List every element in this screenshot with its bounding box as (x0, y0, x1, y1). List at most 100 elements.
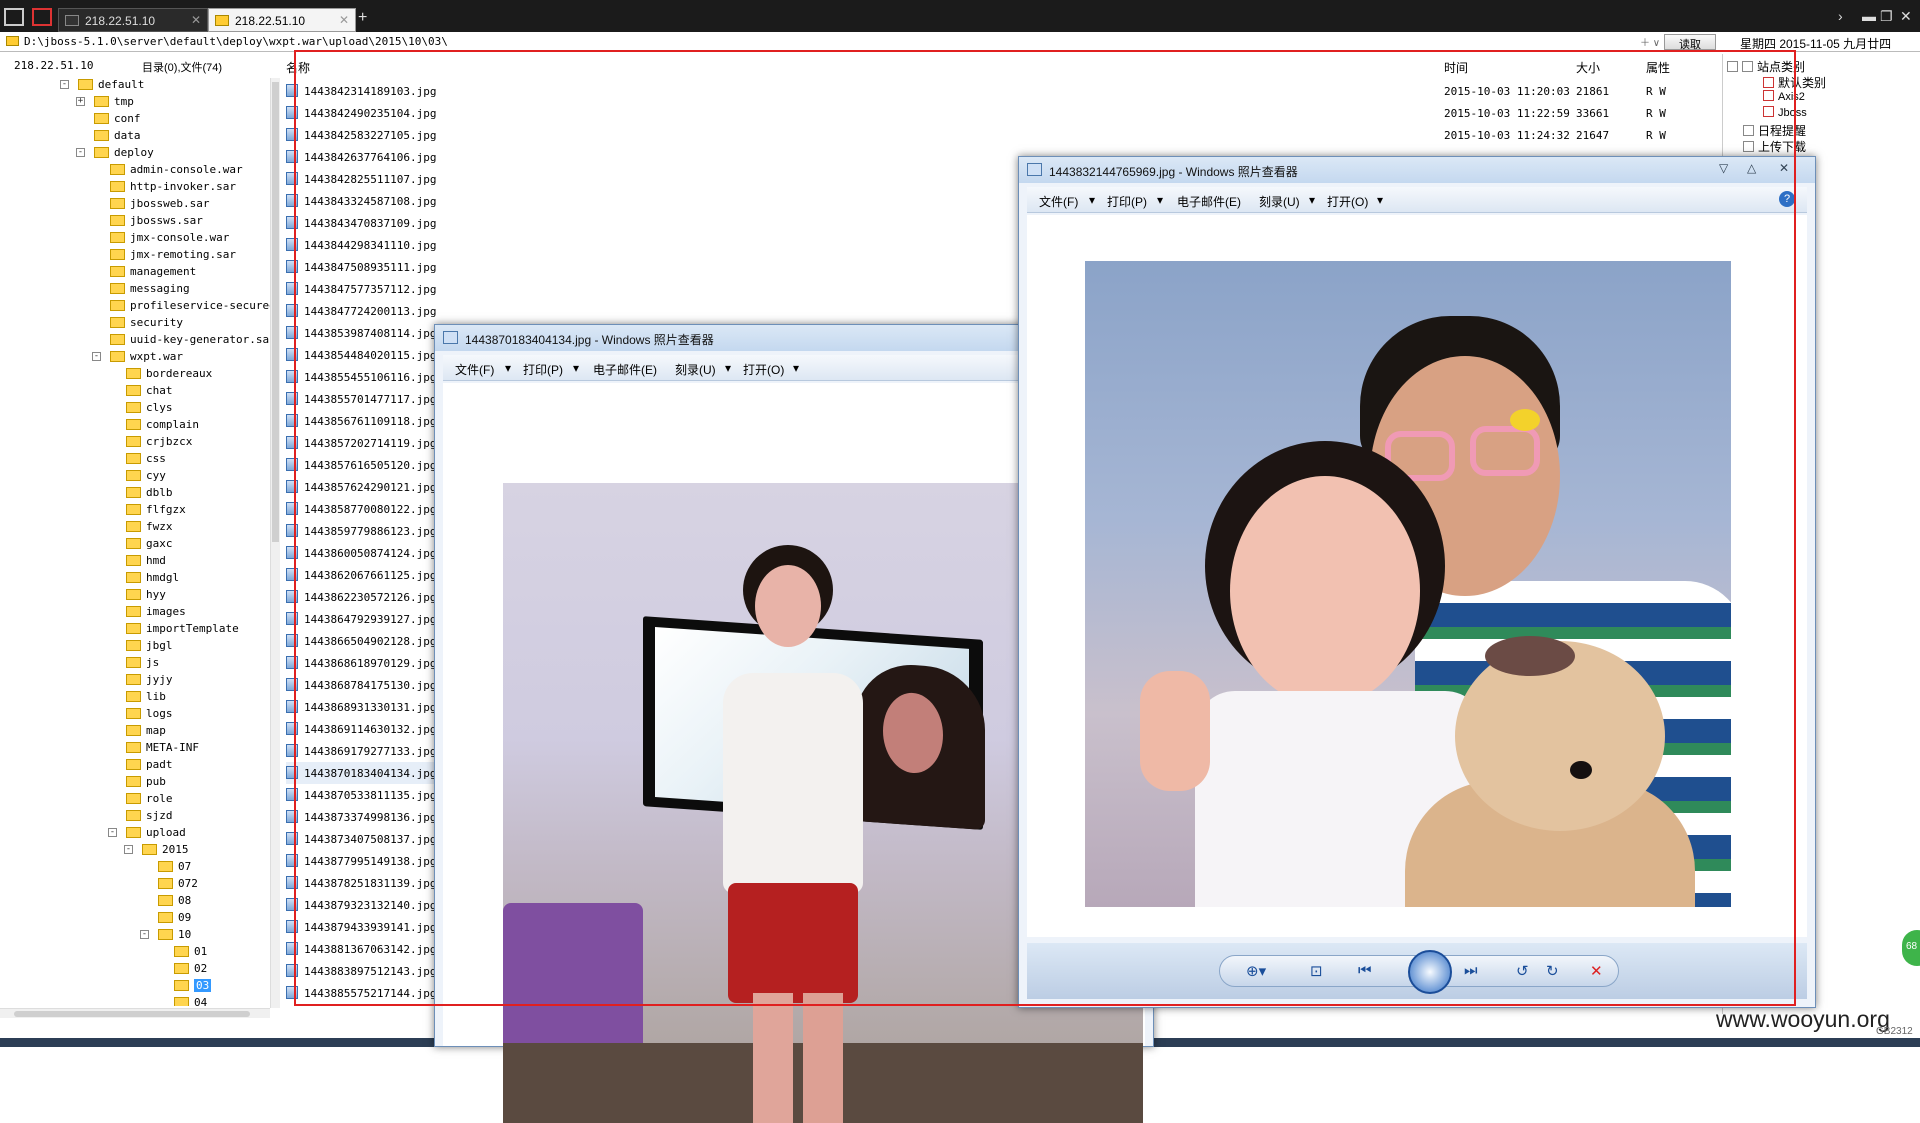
chevron-down-icon[interactable]: ▾ (1377, 193, 1383, 207)
tree-item[interactable]: META-INF (126, 741, 199, 758)
collapse-icon[interactable]: - (108, 828, 117, 837)
tree-item[interactable]: bordereaux (126, 367, 212, 384)
close-icon[interactable]: ✕ (1779, 161, 1789, 175)
chevron-down-icon[interactable]: ▾ (1309, 193, 1315, 207)
chevron-down-icon[interactable]: ▾ (505, 361, 511, 375)
collapse-icon[interactable] (1727, 61, 1738, 72)
collapse-icon[interactable]: - (76, 148, 85, 157)
chevron-down-icon[interactable]: ▾ (793, 361, 799, 375)
tree-item[interactable]: 02 (174, 962, 207, 979)
add-tab-icon[interactable]: + (358, 9, 367, 27)
scroll-thumb[interactable] (272, 82, 279, 542)
column-size[interactable]: 大小 (1576, 59, 1600, 76)
tree-item[interactable]: conf (94, 112, 141, 129)
tree-node-site-category[interactable]: 站点类别 (1727, 58, 1805, 75)
tree-item[interactable]: - deploy (76, 146, 154, 163)
window-title-bar[interactable]: 1443832144765969.jpg - Windows 照片查看器 ▽ △… (1019, 157, 1815, 183)
minimize-icon[interactable]: ▬ (1862, 8, 1876, 24)
tree-item[interactable]: images (126, 605, 186, 622)
fit-window-icon[interactable]: ⊡ (1310, 962, 1323, 980)
tree-item[interactable]: security (110, 316, 183, 333)
tree-item[interactable]: fwzx (126, 520, 173, 537)
column-attr[interactable]: 属性 (1646, 59, 1670, 76)
tab-server-2[interactable]: 218.22.51.10 ✕ (208, 8, 356, 32)
tree-item[interactable]: hmdgl (126, 571, 179, 588)
tab-server-1[interactable]: 218.22.51.10 ✕ (58, 8, 208, 32)
tree-item[interactable]: 08 (158, 894, 191, 911)
tree-item[interactable]: - default (60, 78, 144, 95)
disconnect-icon[interactable] (32, 8, 52, 26)
tree-item[interactable]: js (126, 656, 159, 673)
tree-item[interactable]: jbgl (126, 639, 173, 656)
tree-item[interactable]: jmx-remoting.sar (110, 248, 236, 265)
tree-item[interactable]: css (126, 452, 166, 469)
tree-item[interactable]: flfgzx (126, 503, 186, 520)
scroll-thumb[interactable] (14, 1011, 250, 1017)
tree-item[interactable]: messaging (110, 282, 190, 299)
read-button[interactable]: 读取 (1664, 34, 1716, 51)
site-jboss[interactable]: Jboss (1763, 106, 1807, 119)
tree-item[interactable]: - 10 (140, 928, 191, 945)
collapse-icon[interactable]: - (140, 930, 149, 939)
menu-file[interactable]: 文件(F) (1039, 193, 1078, 210)
menu-open[interactable]: 打开(O) (1327, 193, 1368, 210)
tree-item[interactable]: http-invoker.sar (110, 180, 236, 197)
chevron-up-icon[interactable]: △ (1747, 161, 1756, 175)
tree-item[interactable]: admin-console.war (110, 163, 243, 180)
badge[interactable]: 68 (1902, 930, 1920, 966)
site-axis2[interactable]: Axis2 (1763, 90, 1805, 103)
menu-burn[interactable]: 刻录(U) (675, 361, 716, 378)
tree-item[interactable]: 07 (158, 860, 191, 877)
path-input[interactable]: D:\jboss-5.1.0\server\default\deploy\wxp… (24, 35, 448, 48)
expand-icon[interactable]: + (76, 97, 85, 106)
chevron-down-icon[interactable]: ▽ (1719, 161, 1728, 175)
delete-icon[interactable]: ✕ (1590, 962, 1603, 980)
tree-item[interactable]: jbossweb.sar (110, 197, 209, 214)
photo-viewer-window-2[interactable]: 1443832144765969.jpg - Windows 照片查看器 ▽ △… (1018, 156, 1816, 1008)
tree-scrollbar[interactable] (270, 78, 280, 1008)
tree-item[interactable]: jyjy (126, 673, 173, 690)
menu-email[interactable]: 电子邮件(E) (593, 361, 657, 378)
rotate-left-icon[interactable]: ↺ (1516, 962, 1529, 980)
next-icon[interactable]: ⏭ (1464, 962, 1478, 979)
tree-item[interactable]: + tmp (76, 95, 134, 112)
tree-hscrollbar[interactable] (0, 1008, 270, 1018)
tree-item[interactable]: jmx-console.war (110, 231, 229, 248)
tree-item[interactable]: complain (126, 418, 199, 435)
tree-item[interactable]: importTemplate (126, 622, 239, 639)
chevron-down-icon[interactable]: ▾ (1089, 193, 1095, 207)
menu-print[interactable]: 打印(P) (523, 361, 563, 378)
tree-item[interactable]: uuid-key-generator.sar (110, 333, 270, 350)
file-row[interactable]: 1443842314189103.jpg 2015-10-03 11:20:03 2… (286, 80, 1720, 102)
chevron-down-icon[interactable]: ▾ (725, 361, 731, 375)
tree-item[interactable]: padt (126, 758, 173, 775)
tree-item[interactable]: logs (126, 707, 173, 724)
tree-item[interactable]: - upload (108, 826, 186, 843)
collapse-icon[interactable]: - (60, 80, 69, 89)
chevron-right-icon[interactable]: › (1838, 8, 1843, 24)
collapse-icon[interactable]: - (92, 352, 101, 361)
chevron-down-icon[interactable]: ▾ (1157, 193, 1163, 207)
restore-icon[interactable]: ❐ (1880, 8, 1893, 25)
menu-burn[interactable]: 刻录(U) (1259, 193, 1300, 210)
tree-item[interactable]: sjzd (126, 809, 173, 826)
chevron-down-icon[interactable]: ＋ ∨ (1640, 34, 1660, 49)
column-time[interactable]: 时间 (1444, 59, 1468, 76)
help-icon[interactable]: ? (1779, 191, 1795, 207)
tree-item[interactable]: 09 (158, 911, 191, 928)
tree-item[interactable]: gaxc (126, 537, 173, 554)
tree-item[interactable]: hyy (126, 588, 166, 605)
chevron-down-icon[interactable]: ▾ (573, 361, 579, 375)
file-row[interactable]: 1443842490235104.jpg 2015-10-03 11:22:59 3… (286, 102, 1720, 124)
tree-item[interactable]: role (126, 792, 173, 809)
tree-item[interactable]: 04 (174, 996, 207, 1006)
tree-item[interactable]: crjbzcx (126, 435, 192, 452)
tree-item[interactable]: management (110, 265, 196, 282)
tree-item[interactable]: cyy (126, 469, 166, 486)
tree-item[interactable]: - 2015 (124, 843, 189, 860)
file-row[interactable]: 1443842583227105.jpg 2015-10-03 11:24:32 2… (286, 124, 1720, 146)
tree-item[interactable]: map (126, 724, 166, 741)
menu-print[interactable]: 打印(P) (1107, 193, 1147, 210)
tree-item[interactable]: pub (126, 775, 166, 792)
close-icon[interactable]: ✕ (191, 13, 201, 27)
